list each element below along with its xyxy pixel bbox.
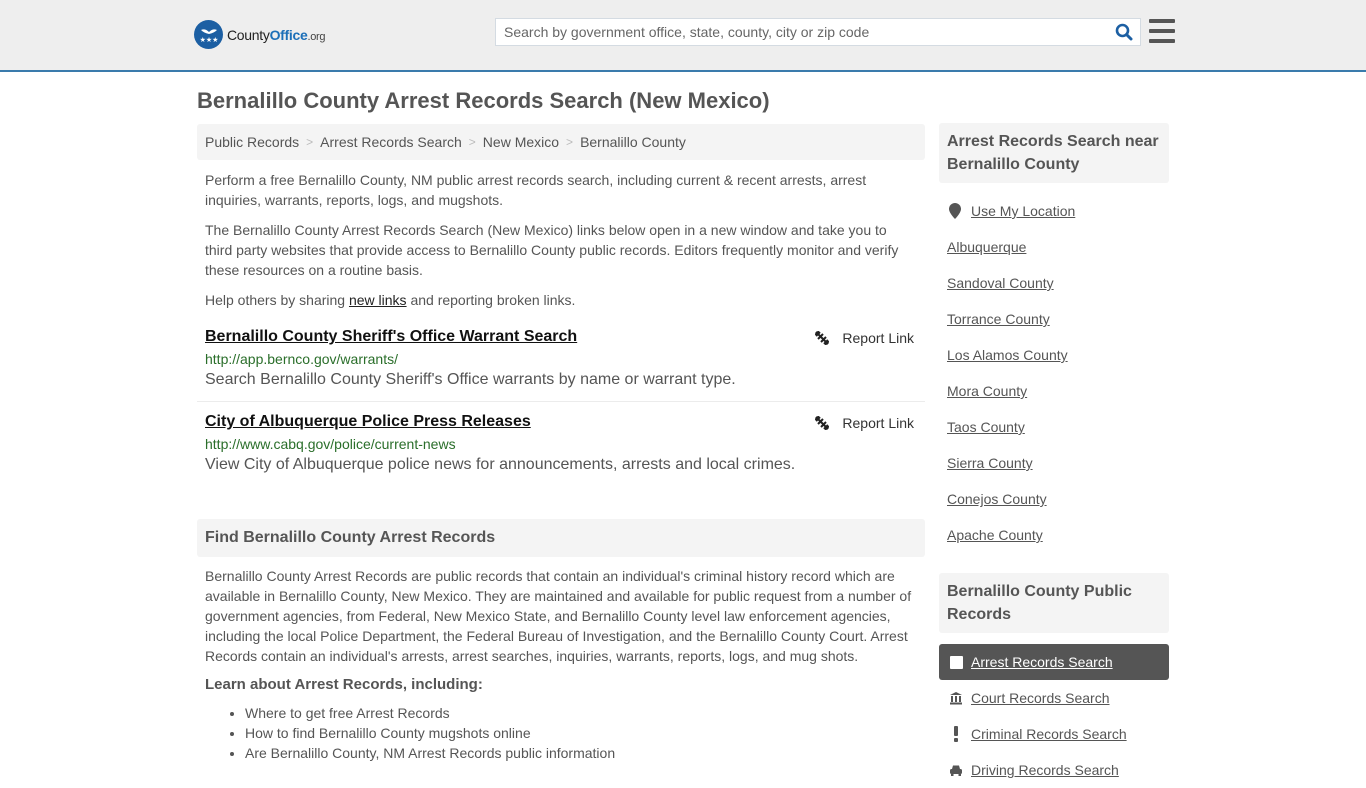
search-bar [495,18,1141,46]
nearby-link[interactable]: Sandoval County [947,275,1054,291]
report-link-button[interactable]: Report Link [814,330,914,346]
map-pin-icon [947,203,963,219]
square-icon [949,655,963,669]
nearby-list: Use My Location Albuquerque Sandoval Cou… [939,193,1169,553]
car-icon [949,763,963,777]
intro-paragraph: Perform a free Bernalillo County, NM pub… [205,172,867,208]
public-records-item-court[interactable]: Court Records Search [939,680,1169,716]
public-records-item-arrest[interactable]: Arrest Records Search [939,644,1169,680]
share-links-paragraph: Help others by sharing new links and rep… [205,292,576,308]
public-records-item-criminal[interactable]: Criminal Records Search [939,716,1169,752]
learn-about-item: How to find Bernalillo County mugshots o… [245,723,917,743]
public-records-link[interactable]: Court Records Search [971,690,1110,706]
courthouse-icon [949,691,963,705]
nearby-link[interactable]: Albuquerque [947,239,1026,255]
resource-link-item: City of Albuquerque Police Press Release… [197,413,925,474]
learn-about-item: Where to get free Arrest Records [245,703,917,723]
resource-link-url[interactable]: http://www.cabq.gov/police/current-news [205,436,917,452]
nearby-item: Mora County [939,373,1169,409]
nearby-link[interactable]: Los Alamos County [947,347,1068,363]
intro: Perform a free Bernalillo County, NM pub… [197,170,925,310]
site-logo[interactable]: ★★★ CountyOffice.org [194,20,326,49]
search-input[interactable] [496,19,1108,45]
nearby-item: Sandoval County [939,265,1169,301]
intro-paragraph: The Bernalillo County Arrest Records Sea… [205,222,899,278]
nearby-link[interactable]: Torrance County [947,311,1050,327]
logo-text: CountyOffice.org [227,26,326,43]
sidebar: Arrest Records Search near Bernalillo Co… [939,123,1169,788]
breadcrumb-bernalillo-county[interactable]: Bernalillo County [580,134,686,150]
nearby-heading: Arrest Records Search near Bernalillo Co… [939,123,1169,183]
hamburger-menu-icon[interactable] [1149,19,1175,43]
nearby-item: Conejos County [939,481,1169,517]
resource-link-title[interactable]: City of Albuquerque Police Press Release… [205,413,531,431]
learn-about-item: Are Bernalillo County, NM Arrest Records… [245,743,917,763]
breadcrumb: Public Records > Arrest Records Search >… [197,124,925,160]
resource-link-title[interactable]: Bernalillo County Sheriff's Office Warra… [205,328,577,346]
svg-text:★★★: ★★★ [199,36,218,44]
breadcrumb-new-mexico[interactable]: New Mexico [483,134,559,150]
find-records-heading: Find Bernalillo County Arrest Records [197,519,925,557]
breadcrumb-separator: > [566,135,574,149]
public-records-list: Arrest Records Search Court Records Sear… [939,644,1169,788]
public-records-item-driving[interactable]: Driving Records Search [939,752,1169,788]
breadcrumb-public-records[interactable]: Public Records [205,134,299,150]
report-link-label: Report Link [842,415,914,431]
page-title: Bernalillo County Arrest Records Search … [197,88,770,113]
nearby-link[interactable]: Taos County [947,419,1025,435]
nearby-item: Taos County [939,409,1169,445]
breadcrumb-separator: > [468,135,476,149]
nearby-item: Torrance County [939,301,1169,337]
public-records-heading: Bernalillo County Public Records [939,573,1169,633]
use-my-location-link[interactable]: Use My Location [971,203,1075,219]
exclamation-icon [949,726,963,742]
new-links-link[interactable]: new links [349,292,407,308]
breadcrumb-separator: > [306,135,314,149]
resource-link-description: Search Bernalillo County Sheriff's Offic… [205,371,736,388]
site-header: ★★★ CountyOffice.org [0,0,1366,72]
learn-about-list: Where to get free Arrest Records How to … [205,703,917,763]
public-records-link[interactable]: Arrest Records Search [971,654,1113,670]
eagle-stars-logo-icon: ★★★ [194,20,223,49]
nearby-link[interactable]: Apache County [947,527,1043,543]
divider [197,401,925,402]
public-records-link[interactable]: Criminal Records Search [971,726,1127,742]
report-link-button[interactable]: Report Link [814,415,914,431]
broken-link-icon [815,330,830,346]
resource-link-description: View City of Albuquerque police news for… [205,456,796,473]
nearby-link[interactable]: Sierra County [947,455,1033,471]
find-records-section: Bernalillo County Arrest Records are pub… [197,566,925,763]
learn-about-heading: Learn about Arrest Records, including: [205,676,483,693]
breadcrumb-arrest-records-search[interactable]: Arrest Records Search [320,134,462,150]
resource-link-item: Bernalillo County Sheriff's Office Warra… [197,328,925,389]
nearby-item: Albuquerque [939,229,1169,265]
broken-link-icon [815,415,830,431]
find-records-body: Bernalillo County Arrest Records are pub… [205,568,912,664]
search-icon [1115,23,1133,41]
nearby-item: Los Alamos County [939,337,1169,373]
report-link-label: Report Link [842,330,914,346]
main-content: Public Records > Arrest Records Search >… [197,124,925,763]
public-records-link[interactable]: Driving Records Search [971,762,1119,778]
nearby-item: Apache County [939,517,1169,553]
nearby-link[interactable]: Mora County [947,383,1027,399]
use-my-location-item: Use My Location [939,193,1169,229]
nearby-link[interactable]: Conejos County [947,491,1047,507]
search-button[interactable] [1108,19,1140,45]
resource-link-url[interactable]: http://app.bernco.gov/warrants/ [205,351,917,367]
nearby-item: Sierra County [939,445,1169,481]
